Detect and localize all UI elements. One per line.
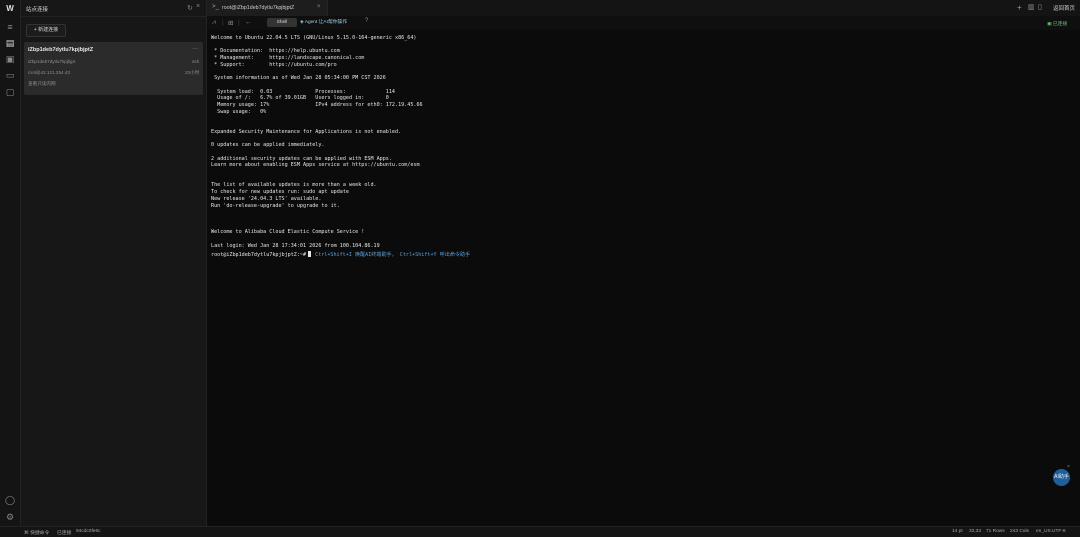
icon-rail: W ≡ ▤ ▣ ▭ ▢ ◯ ⚙: [0, 0, 21, 526]
connection-protocol: ssh: [192, 59, 200, 64]
shortcut-hint: Ctrl+Shift+I 唤醒AI终端助手， Ctrl+Shift+Y 呼出命令…: [315, 252, 471, 258]
separator: ·: [255, 19, 258, 26]
prompt-line[interactable]: root@iZbp1deb7dytlu7kpjbjptZ:~# Ctrl+Shif…: [211, 251, 470, 258]
quick-command-button[interactable]: ⌘ 快捷命令: [24, 529, 49, 536]
separator: |: [222, 19, 224, 26]
agent-label: Agent 让AI帮你操作: [304, 20, 348, 25]
ai-assistant-button[interactable]: AI助手: [1053, 469, 1070, 486]
back-home-button[interactable]: 返回首页: [1053, 4, 1075, 12]
connection-status: ▣ 已连接: [1047, 20, 1067, 27]
refresh-icon[interactable]: ↻: [187, 4, 193, 12]
close-icon[interactable]: ×: [196, 3, 200, 10]
separator: |: [238, 19, 240, 26]
new-connection-button[interactable]: + 新建连接: [26, 24, 66, 37]
panel-header: 站点连接 ↻ ×: [21, 0, 206, 17]
connection-time: 23小时: [185, 70, 200, 75]
ai-close-icon[interactable]: ×: [1067, 464, 1070, 470]
terminal-toolbar: ⩘ | ⊞ | ← · Shell ◈ Agent 让AI帮你操作 ? ▣ 已连…: [207, 16, 1080, 30]
cursor-position: 33,33: [969, 529, 982, 534]
user-icon[interactable]: ◯: [5, 495, 15, 505]
session-id: 94cdc0fe6c: [76, 529, 101, 534]
folder-icon[interactable]: ▭: [5, 70, 15, 80]
status-bar: ⌘ 快捷命令 已连接 94cdc0fe6c 14 pt 33,33 71 Row…: [0, 526, 1080, 537]
terminal-output[interactable]: Welcome to Ubuntu 22.04.5 LTS (GNU/Linux…: [207, 30, 1080, 526]
tab-label: root@iZbp1deb7dytlu7kpjbjptZ: [222, 5, 295, 11]
quick-command-label: 快捷命令: [30, 531, 50, 536]
terminal-text: Welcome to Ubuntu 22.04.5 LTS (GNU/Linux…: [211, 35, 423, 249]
terminal-cursor: [308, 251, 312, 257]
app-logo: W: [6, 4, 14, 13]
terminal-icon: >_: [212, 4, 219, 10]
connection-note: 查看只读内网: [28, 81, 56, 86]
connection-name: iZbp1deb7dytlu7kpjbjptZ: [28, 47, 94, 53]
agent-mode-tab[interactable]: ◈ Agent 让AI帮你操作: [300, 18, 360, 27]
split-view-icon[interactable]: ▥: [1028, 3, 1035, 11]
monitor-icon[interactable]: ▢: [5, 87, 15, 97]
connection-host: iZbp1deb7dytlu7kpjbjpt: [28, 59, 76, 64]
panel-title: 站点连接: [26, 7, 49, 13]
connection-status-text: 已连接: [57, 531, 72, 536]
prompt: root@iZbp1deb7dytlu7kpjbjptZ:~#: [211, 252, 307, 258]
back-arrow-icon[interactable]: ←: [245, 19, 252, 26]
menu-icon[interactable]: ≡: [5, 22, 15, 32]
cols-readout: 243 Cols: [1010, 529, 1029, 534]
layers-icon[interactable]: ▣: [5, 54, 15, 64]
grid-icon[interactable]: ⊞: [228, 19, 233, 27]
server-icon[interactable]: ▤: [5, 38, 15, 48]
chart-icon[interactable]: ⩘: [212, 19, 216, 27]
tab-terminal-session[interactable]: >_ root@iZbp1deb7dytlu7kpjbjptZ ×: [207, 0, 328, 16]
rows-readout: 71 Rows: [986, 529, 1005, 534]
font-size-readout[interactable]: 14 pt: [952, 529, 963, 534]
status-label: 已连接: [1052, 22, 1068, 27]
layout-icon[interactable]: ▯: [1038, 3, 1042, 11]
encoding-readout[interactable]: en_US.UTF-8: [1036, 529, 1066, 534]
add-tab-icon[interactable]: +: [1017, 3, 1022, 12]
gear-icon[interactable]: ⚙: [5, 512, 15, 522]
tab-bar: >_ root@iZbp1deb7dytlu7kpjbjptZ × + ▥ ▯ …: [207, 0, 1080, 17]
connection-user: root@42.121.254.43: [28, 70, 70, 75]
tab-close-icon[interactable]: ×: [317, 4, 321, 10]
connection-card[interactable]: iZbp1deb7dytlu7kpjbjptZ ··· iZbp1deb7dyt…: [24, 42, 203, 95]
connection-panel: 站点连接 ↻ × + 新建连接 iZbp1deb7dytlu7kpjbjptZ …: [21, 0, 207, 526]
shell-mode-tab[interactable]: Shell: [267, 18, 297, 27]
more-icon[interactable]: ···: [192, 46, 198, 52]
help-icon[interactable]: ?: [365, 18, 368, 24]
